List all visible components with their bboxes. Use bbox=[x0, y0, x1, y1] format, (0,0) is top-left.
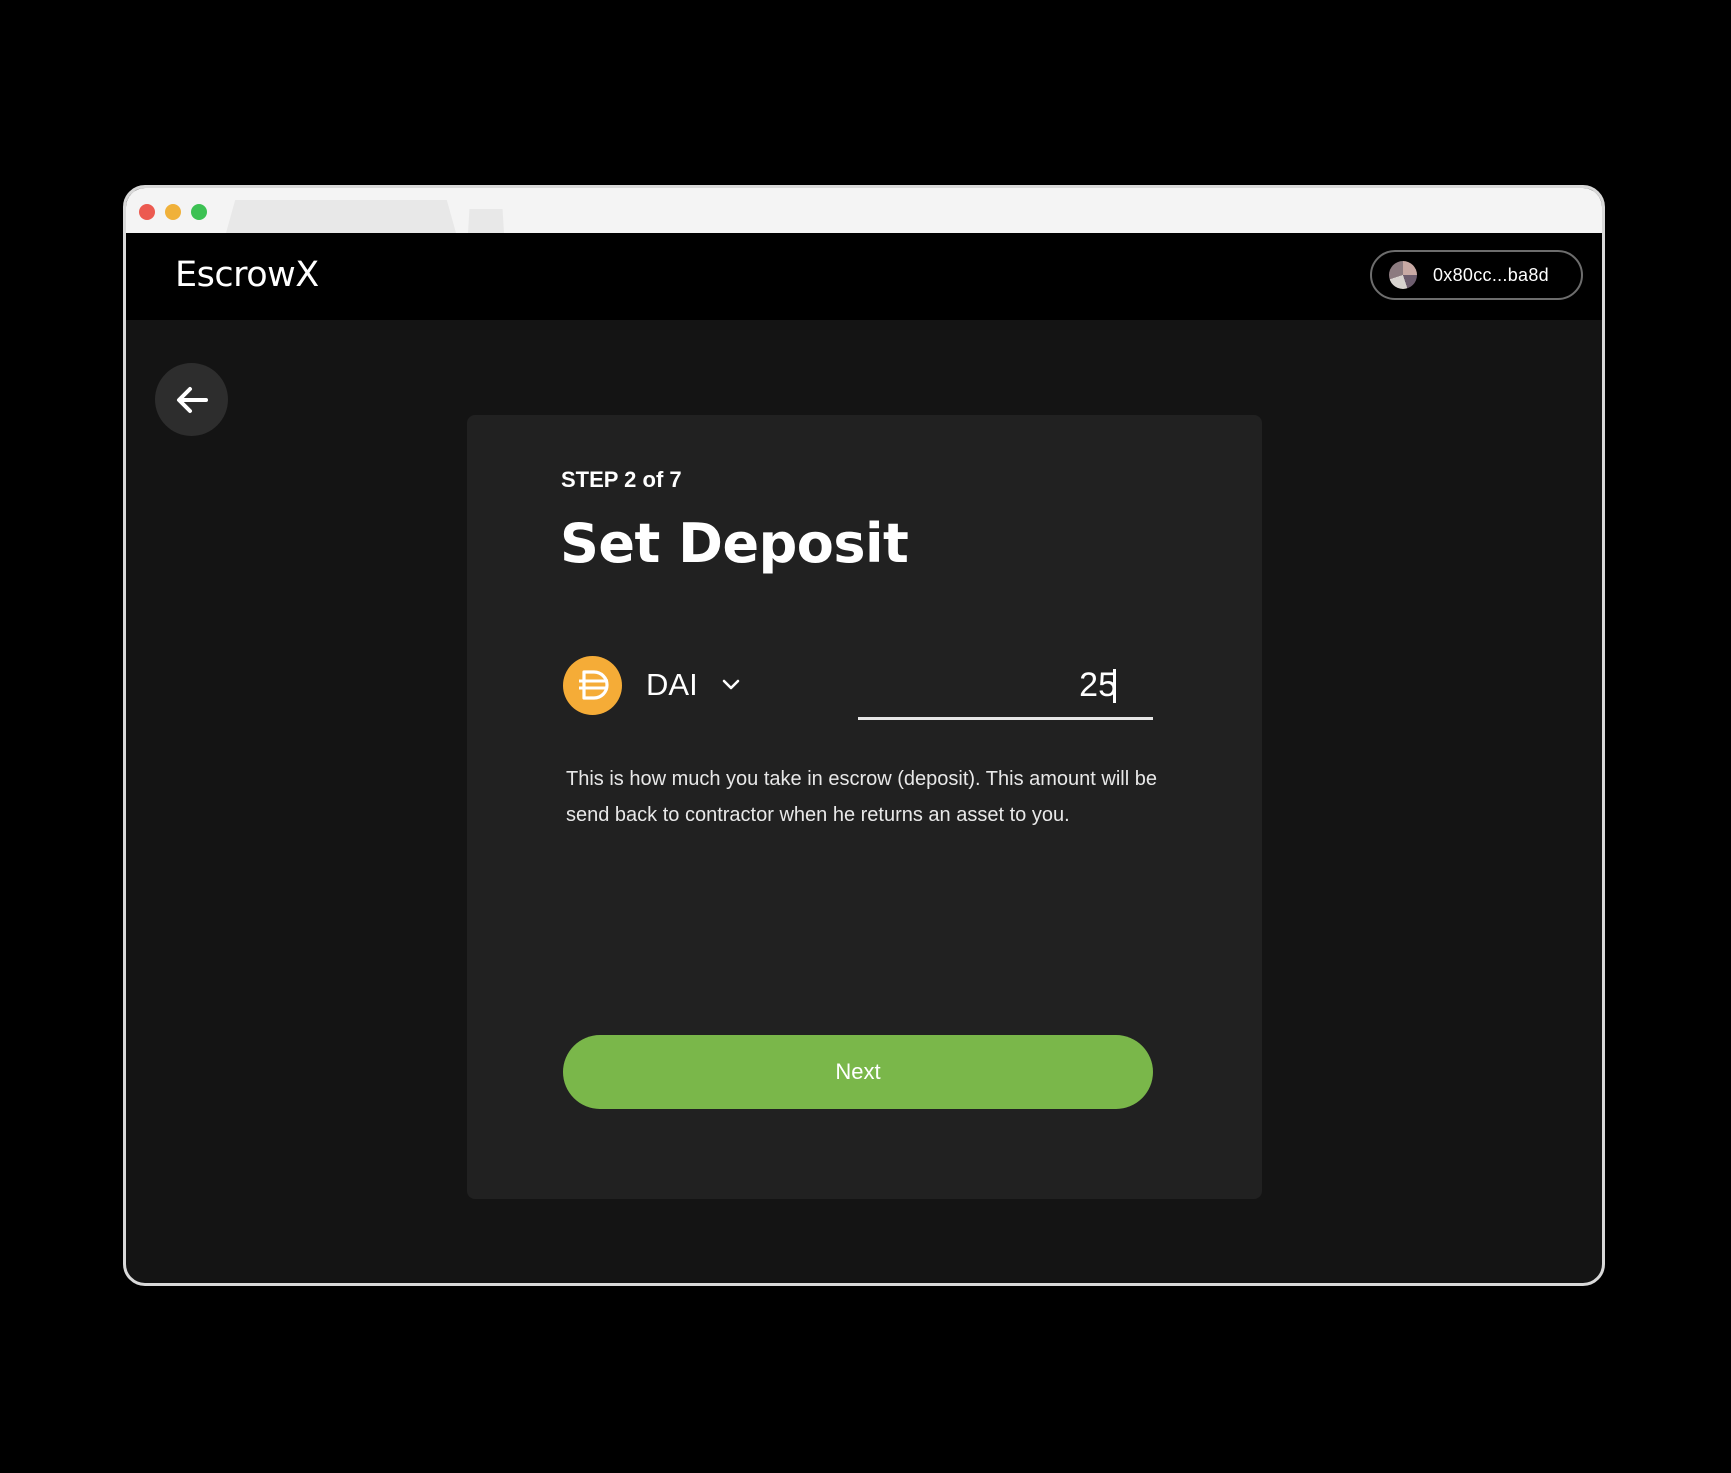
dai-icon bbox=[563, 655, 622, 715]
page-title: Set Deposit bbox=[560, 512, 909, 575]
amount-input[interactable] bbox=[858, 655, 1153, 715]
wallet-address: 0x80cc...ba8d bbox=[1433, 264, 1549, 285]
text-caret bbox=[1113, 669, 1116, 703]
close-window-dot[interactable] bbox=[139, 204, 155, 220]
app-header: EscrowX 0x80cc...ba8d bbox=[126, 233, 1602, 320]
step-indicator: STEP 2 of 7 bbox=[561, 467, 682, 492]
arrow-left-icon bbox=[176, 386, 208, 413]
escrowx-logo[interactable]: EscrowX bbox=[175, 255, 319, 295]
browser-tab[interactable] bbox=[226, 200, 456, 233]
wallet-button[interactable]: 0x80cc...ba8d bbox=[1370, 250, 1583, 300]
token-selector[interactable]: DAI bbox=[563, 655, 740, 715]
chevron-down-icon bbox=[722, 679, 740, 691]
deposit-description: This is how much you take in escrow (dep… bbox=[566, 768, 1157, 826]
new-tab-button[interactable] bbox=[468, 209, 504, 233]
minimize-window-dot[interactable] bbox=[165, 204, 181, 220]
amount-field bbox=[858, 655, 1153, 720]
wallet-avatar-icon bbox=[1389, 261, 1417, 289]
token-name: DAI bbox=[646, 667, 698, 702]
next-button[interactable]: Next bbox=[563, 1035, 1153, 1109]
maximize-window-dot[interactable] bbox=[191, 204, 207, 220]
deposit-card: STEP 2 of 7 Set Deposit DAI This is how … bbox=[467, 415, 1262, 1199]
browser-window: EscrowX 0x80cc...ba8d STEP 2 of 7 Set De… bbox=[123, 185, 1605, 1286]
browser-title-bar bbox=[126, 188, 1602, 233]
back-button[interactable] bbox=[155, 363, 228, 436]
